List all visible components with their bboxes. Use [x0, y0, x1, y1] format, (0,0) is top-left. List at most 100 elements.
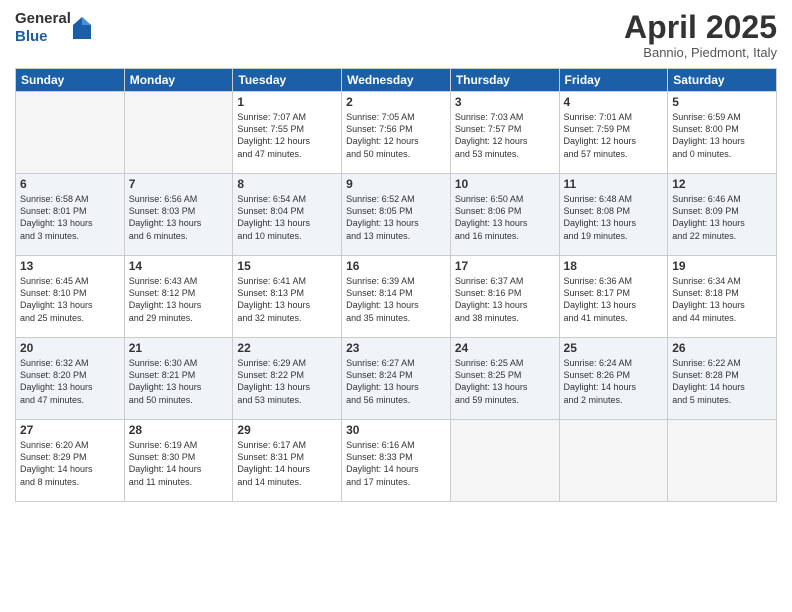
day-info: Sunrise: 6:52 AM Sunset: 8:05 PM Dayligh…: [346, 193, 446, 242]
day-number: 4: [564, 95, 664, 109]
header-sunday: Sunday: [16, 69, 125, 92]
page: General Blue April 2025 Bannio, Piedmont…: [0, 0, 792, 612]
day-info: Sunrise: 7:05 AM Sunset: 7:56 PM Dayligh…: [346, 111, 446, 160]
day-info: Sunrise: 6:41 AM Sunset: 8:13 PM Dayligh…: [237, 275, 337, 324]
header-tuesday: Tuesday: [233, 69, 342, 92]
table-row: 11 Sunrise: 6:48 AM Sunset: 8:08 PM Dayli…: [559, 174, 668, 256]
logo: General Blue: [15, 10, 91, 46]
table-row: 27 Sunrise: 6:20 AM Sunset: 8:29 PM Dayli…: [16, 420, 125, 502]
day-info: Sunrise: 6:25 AM Sunset: 8:25 PM Dayligh…: [455, 357, 555, 406]
day-info: Sunrise: 6:46 AM Sunset: 8:09 PM Dayligh…: [672, 193, 772, 242]
logo-general: General: [15, 10, 71, 28]
day-number: 29: [237, 423, 337, 437]
day-info: Sunrise: 6:36 AM Sunset: 8:17 PM Dayligh…: [564, 275, 664, 324]
table-row: 18 Sunrise: 6:36 AM Sunset: 8:17 PM Dayli…: [559, 256, 668, 338]
day-info: Sunrise: 6:45 AM Sunset: 8:10 PM Dayligh…: [20, 275, 120, 324]
day-info: Sunrise: 6:48 AM Sunset: 8:08 PM Dayligh…: [564, 193, 664, 242]
day-number: 15: [237, 259, 337, 273]
table-row: 23 Sunrise: 6:27 AM Sunset: 8:24 PM Dayli…: [342, 338, 451, 420]
day-number: 26: [672, 341, 772, 355]
day-number: 12: [672, 177, 772, 191]
day-number: 16: [346, 259, 446, 273]
title-block: April 2025 Bannio, Piedmont, Italy: [624, 10, 777, 60]
day-info: Sunrise: 6:37 AM Sunset: 8:16 PM Dayligh…: [455, 275, 555, 324]
weekday-header-row: Sunday Monday Tuesday Wednesday Thursday…: [16, 69, 777, 92]
header-saturday: Saturday: [668, 69, 777, 92]
day-number: 11: [564, 177, 664, 191]
table-row: 28Sunrise: 6:19 AM Sunset: 8:30 PM Dayli…: [124, 420, 233, 502]
table-row: 17 Sunrise: 6:37 AM Sunset: 8:16 PM Dayli…: [450, 256, 559, 338]
day-info: Sunrise: 6:24 AM Sunset: 8:26 PM Dayligh…: [564, 357, 664, 406]
calendar-week-row: 13 Sunrise: 6:45 AM Sunset: 8:10 PM Dayli…: [16, 256, 777, 338]
logo-blue: Blue: [15, 28, 71, 46]
day-info: Sunrise: 6:17 AM Sunset: 8:31 PM Dayligh…: [237, 439, 337, 488]
table-row: 5Sunrise: 6:59 AM Sunset: 8:00 PM Daylig…: [668, 92, 777, 174]
table-row: 14 Sunrise: 6:43 AM Sunset: 8:12 PM Dayli…: [124, 256, 233, 338]
day-number: 3: [455, 95, 555, 109]
day-info: Sunrise: 6:16 AM Sunset: 8:33 PM Dayligh…: [346, 439, 446, 488]
day-number: 10: [455, 177, 555, 191]
table-row: [668, 420, 777, 502]
header-thursday: Thursday: [450, 69, 559, 92]
table-row: 4 Sunrise: 7:01 AM Sunset: 7:59 PM Daylig…: [559, 92, 668, 174]
day-number: 25: [564, 341, 664, 355]
logo-icon: [73, 17, 91, 39]
table-row: 26Sunrise: 6:22 AM Sunset: 8:28 PM Dayli…: [668, 338, 777, 420]
day-info: Sunrise: 6:54 AM Sunset: 8:04 PM Dayligh…: [237, 193, 337, 242]
day-info: Sunrise: 6:56 AM Sunset: 8:03 PM Dayligh…: [129, 193, 229, 242]
location-subtitle: Bannio, Piedmont, Italy: [624, 45, 777, 60]
header-wednesday: Wednesday: [342, 69, 451, 92]
calendar: Sunday Monday Tuesday Wednesday Thursday…: [15, 68, 777, 502]
table-row: 1Sunrise: 7:07 AM Sunset: 7:55 PM Daylig…: [233, 92, 342, 174]
day-number: 17: [455, 259, 555, 273]
day-info: Sunrise: 6:29 AM Sunset: 8:22 PM Dayligh…: [237, 357, 337, 406]
day-number: 21: [129, 341, 229, 355]
day-number: 27: [20, 423, 120, 437]
calendar-week-row: 27 Sunrise: 6:20 AM Sunset: 8:29 PM Dayli…: [16, 420, 777, 502]
table-row: 21 Sunrise: 6:30 AM Sunset: 8:21 PM Dayli…: [124, 338, 233, 420]
table-row: 7Sunrise: 6:56 AM Sunset: 8:03 PM Daylig…: [124, 174, 233, 256]
logo-text: General Blue: [15, 10, 71, 46]
table-row: [559, 420, 668, 502]
day-number: 13: [20, 259, 120, 273]
month-title: April 2025: [624, 10, 777, 45]
day-info: Sunrise: 6:20 AM Sunset: 8:29 PM Dayligh…: [20, 439, 120, 488]
day-info: Sunrise: 6:43 AM Sunset: 8:12 PM Dayligh…: [129, 275, 229, 324]
day-info: Sunrise: 6:39 AM Sunset: 8:14 PM Dayligh…: [346, 275, 446, 324]
day-number: 14: [129, 259, 229, 273]
day-number: 19: [672, 259, 772, 273]
table-row: [450, 420, 559, 502]
table-row: [124, 92, 233, 174]
day-info: Sunrise: 6:19 AM Sunset: 8:30 PM Dayligh…: [129, 439, 229, 488]
table-row: 20Sunrise: 6:32 AM Sunset: 8:20 PM Dayli…: [16, 338, 125, 420]
table-row: 16 Sunrise: 6:39 AM Sunset: 8:14 PM Dayli…: [342, 256, 451, 338]
table-row: 3 Sunrise: 7:03 AM Sunset: 7:57 PM Daylig…: [450, 92, 559, 174]
day-number: 23: [346, 341, 446, 355]
day-info: Sunrise: 6:58 AM Sunset: 8:01 PM Dayligh…: [20, 193, 120, 242]
day-info: Sunrise: 7:03 AM Sunset: 7:57 PM Dayligh…: [455, 111, 555, 160]
table-row: 29 Sunrise: 6:17 AM Sunset: 8:31 PM Dayli…: [233, 420, 342, 502]
day-number: 9: [346, 177, 446, 191]
header: General Blue April 2025 Bannio, Piedmont…: [15, 10, 777, 60]
day-number: 2: [346, 95, 446, 109]
table-row: 13 Sunrise: 6:45 AM Sunset: 8:10 PM Dayli…: [16, 256, 125, 338]
table-row: 6Sunrise: 6:58 AM Sunset: 8:01 PM Daylig…: [16, 174, 125, 256]
day-number: 18: [564, 259, 664, 273]
table-row: 22Sunrise: 6:29 AM Sunset: 8:22 PM Dayli…: [233, 338, 342, 420]
table-row: 12 Sunrise: 6:46 AM Sunset: 8:09 PM Dayli…: [668, 174, 777, 256]
table-row: 9 Sunrise: 6:52 AM Sunset: 8:05 PM Daylig…: [342, 174, 451, 256]
table-row: 24Sunrise: 6:25 AM Sunset: 8:25 PM Dayli…: [450, 338, 559, 420]
table-row: [16, 92, 125, 174]
day-info: Sunrise: 6:30 AM Sunset: 8:21 PM Dayligh…: [129, 357, 229, 406]
day-info: Sunrise: 7:01 AM Sunset: 7:59 PM Dayligh…: [564, 111, 664, 160]
table-row: 19Sunrise: 6:34 AM Sunset: 8:18 PM Dayli…: [668, 256, 777, 338]
day-number: 30: [346, 423, 446, 437]
day-info: Sunrise: 6:27 AM Sunset: 8:24 PM Dayligh…: [346, 357, 446, 406]
day-number: 20: [20, 341, 120, 355]
header-monday: Monday: [124, 69, 233, 92]
table-row: 30 Sunrise: 6:16 AM Sunset: 8:33 PM Dayli…: [342, 420, 451, 502]
day-info: Sunrise: 6:50 AM Sunset: 8:06 PM Dayligh…: [455, 193, 555, 242]
calendar-week-row: 20Sunrise: 6:32 AM Sunset: 8:20 PM Dayli…: [16, 338, 777, 420]
day-number: 5: [672, 95, 772, 109]
table-row: 10 Sunrise: 6:50 AM Sunset: 8:06 PM Dayli…: [450, 174, 559, 256]
